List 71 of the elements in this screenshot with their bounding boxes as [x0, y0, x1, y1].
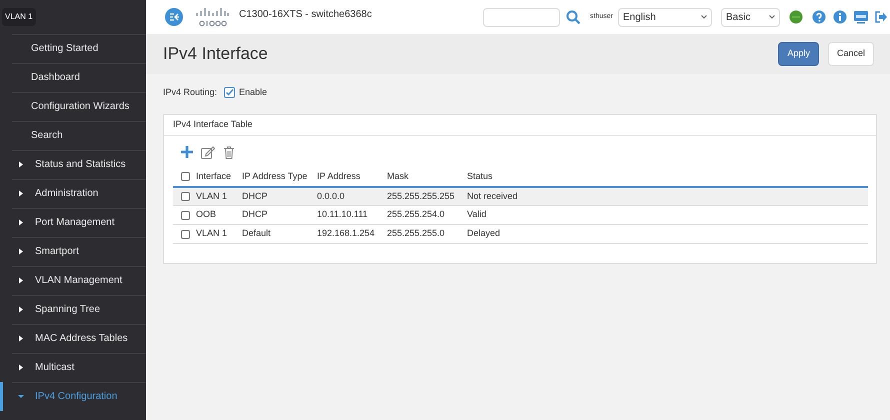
- logout-icon[interactable]: [875, 11, 887, 23]
- add-icon[interactable]: [181, 146, 193, 158]
- caret-down-icon: [18, 393, 24, 400]
- table-cell: 0.0.0.0: [317, 190, 345, 200]
- cisco-logo-icon: [195, 7, 229, 27]
- enable-label: Enable: [239, 86, 268, 99]
- logo-icon: [165, 8, 183, 26]
- table-cell: 255.255.255.255: [387, 190, 455, 200]
- table-cell: 10.11.10.111: [317, 209, 368, 220]
- table-cell: Default: [242, 228, 271, 238]
- table-title: IPv4 Interface Table: [173, 118, 252, 131]
- vlan-badge: VLAN 1: [2, 8, 36, 26]
- nav-item[interactable]: Administration: [0, 179, 146, 208]
- table-cell: Delayed: [467, 228, 500, 238]
- display-icon[interactable]: [854, 10, 868, 24]
- delete-icon[interactable]: [223, 146, 235, 158]
- status-icon[interactable]: [789, 10, 803, 24]
- table-cell: DHCP: [242, 209, 268, 220]
- nav-item[interactable]: IPv4 Configuration: [0, 382, 146, 411]
- caret-right-icon: [18, 190, 24, 197]
- mode-select[interactable]: Basic: [721, 8, 780, 26]
- row-checkbox[interactable]: [181, 210, 190, 220]
- apply-button[interactable]: Apply: [778, 42, 819, 66]
- caret-right-icon: [18, 335, 24, 342]
- enable-checkbox[interactable]: [224, 87, 236, 98]
- table-cell: Valid: [467, 209, 486, 220]
- table-cell: DHCP: [242, 190, 268, 200]
- chevron-down-icon: [701, 15, 707, 19]
- table-cell: Not received: [467, 190, 518, 200]
- device-name: C1300-16XTS - switche6368c: [239, 8, 372, 22]
- caret-right-icon: [18, 306, 24, 313]
- nav-item[interactable]: MAC Address Tables: [0, 324, 146, 353]
- nav-item[interactable]: Port Management: [0, 208, 146, 237]
- edit-icon[interactable]: [201, 146, 215, 158]
- language-select[interactable]: English: [618, 8, 712, 26]
- search-icon[interactable]: [566, 10, 582, 24]
- nav-item[interactable]: Multicast: [0, 353, 146, 382]
- search-field[interactable]: [483, 8, 560, 26]
- caret-right-icon: [18, 364, 24, 371]
- info-icon[interactable]: [833, 10, 847, 24]
- table-cell: VLAN 1: [196, 190, 228, 200]
- nav-item[interactable]: Status and Statistics: [0, 150, 146, 179]
- column-header: Interface: [196, 170, 232, 181]
- column-header: IP Address: [317, 170, 360, 181]
- cancel-button[interactable]: Cancel: [828, 42, 874, 66]
- table-cell: 192.168.1.254: [317, 228, 375, 238]
- column-header: IP Address Type: [242, 170, 308, 181]
- table-cell: 255.255.254.0: [387, 209, 445, 220]
- nav-item[interactable]: Getting Started: [0, 34, 146, 63]
- column-header: Mask: [387, 170, 409, 181]
- column-header: Status: [467, 170, 493, 181]
- row-checkbox[interactable]: [181, 172, 190, 181]
- row-checkbox[interactable]: [181, 192, 190, 201]
- nav-item[interactable]: Search: [0, 121, 146, 150]
- table-cell: OOB: [196, 209, 216, 220]
- nav-item[interactable]: Dashboard: [0, 63, 146, 92]
- help-icon[interactable]: [812, 10, 826, 24]
- caret-right-icon: [18, 277, 24, 284]
- routing-label: IPv4 Routing:: [163, 86, 218, 99]
- nav-item[interactable]: Configuration Wizards: [0, 92, 146, 121]
- nav-item[interactable]: VLAN Management: [0, 266, 146, 295]
- table-cell: VLAN 1: [196, 228, 228, 238]
- nav-item[interactable]: Smartport: [0, 237, 146, 266]
- row-checkbox[interactable]: [181, 230, 190, 238]
- table-cell: 255.255.255.0: [387, 228, 445, 238]
- caret-right-icon: [18, 248, 24, 255]
- page-title: IPv4 Interface: [163, 43, 268, 66]
- nav-item[interactable]: Spanning Tree: [0, 295, 146, 324]
- caret-right-icon: [18, 161, 24, 168]
- chevron-down-icon: [769, 15, 775, 19]
- caret-right-icon: [18, 219, 24, 226]
